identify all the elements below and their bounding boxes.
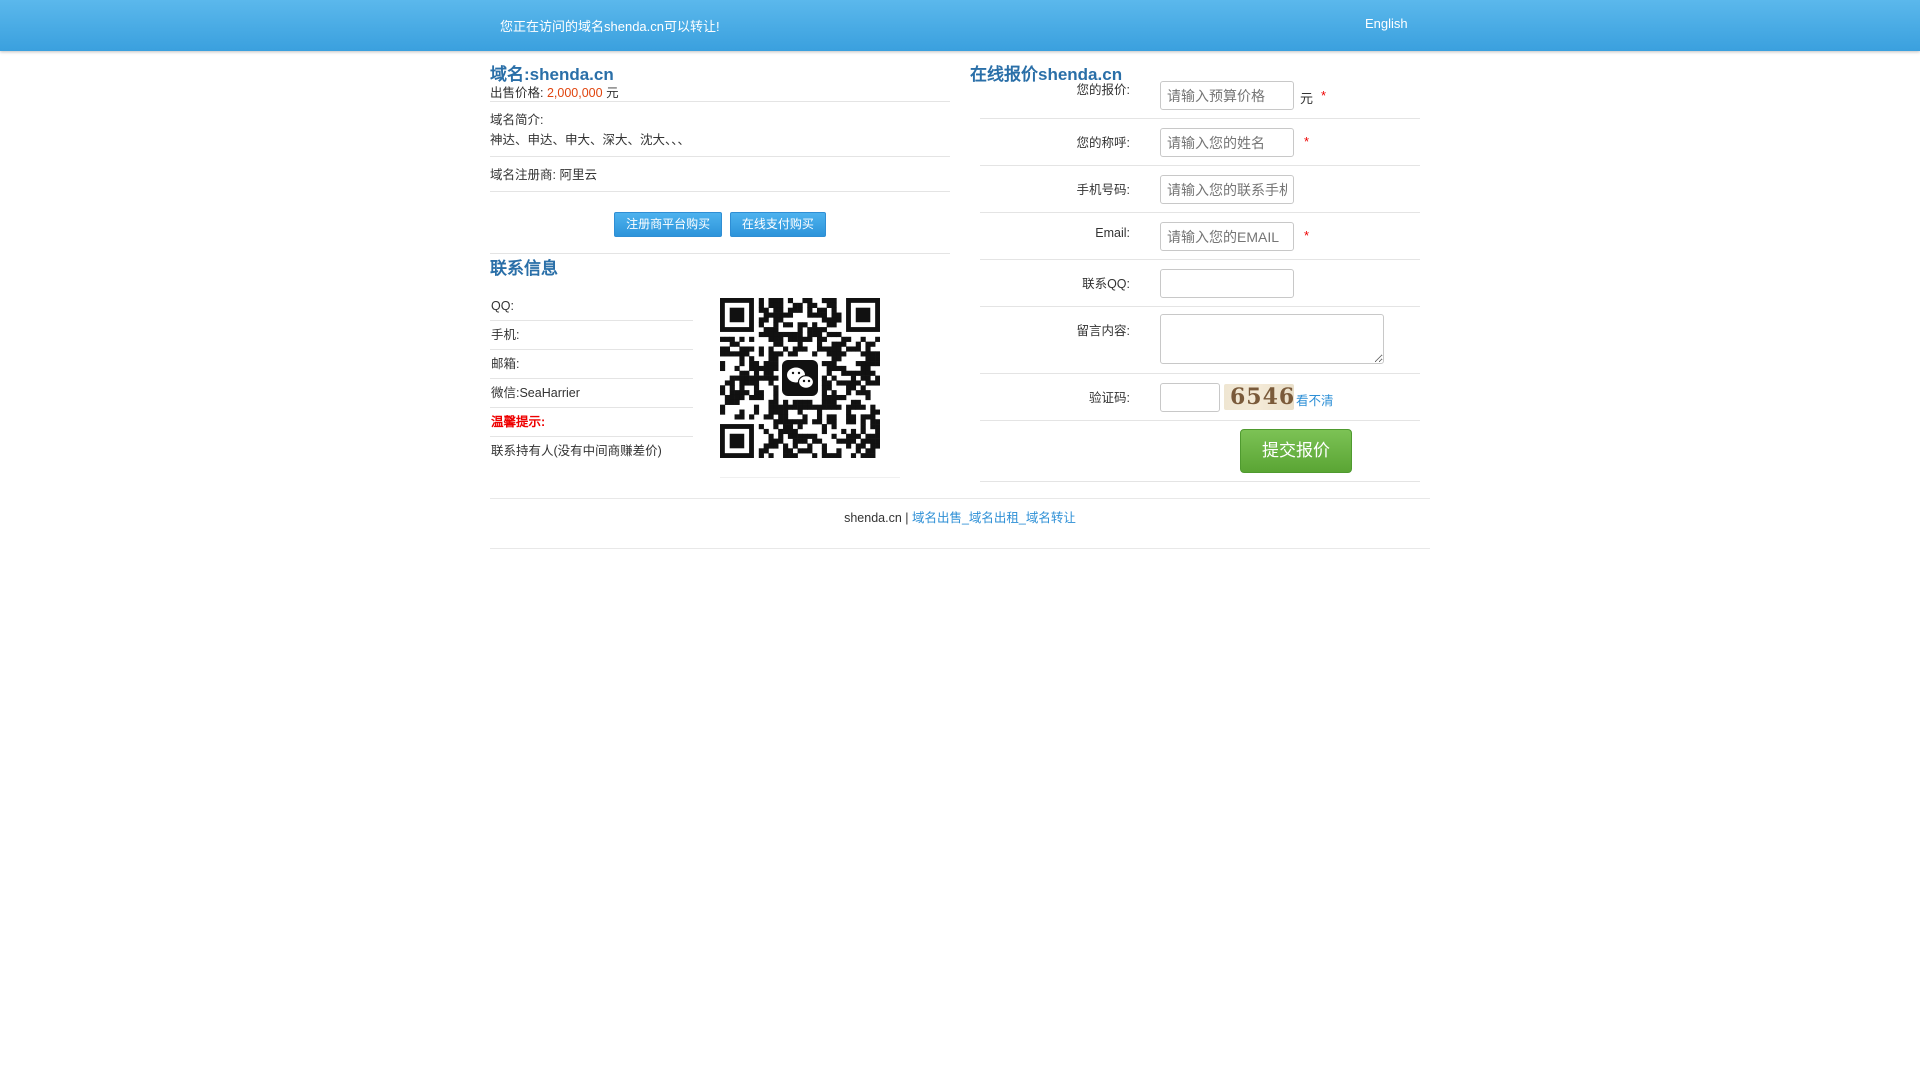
- qr-code-image: [720, 298, 880, 458]
- contact-title: 联系信息: [490, 259, 558, 278]
- transfer-notice: 您正在访问的域名shenda.cn可以转让!: [500, 19, 720, 34]
- captcha-image[interactable]: 6546: [1224, 384, 1294, 410]
- captcha-text: 6546: [1230, 384, 1294, 410]
- message-row: 留言内容:: [980, 307, 1420, 374]
- domain-title: 域名:shenda.cn: [490, 65, 614, 84]
- wechat-qr-code: [720, 298, 900, 478]
- submit-row: 提交报价: [980, 421, 1420, 482]
- price-label: 出售价格:: [490, 86, 544, 100]
- intro-label: 域名简介:: [490, 113, 544, 127]
- name-label: 您的称呼:: [1076, 136, 1130, 150]
- phone-row: 手机号码:: [980, 166, 1420, 213]
- required-star: *: [1304, 228, 1310, 243]
- price-unit: 元: [606, 86, 619, 100]
- offer-price-input[interactable]: [1160, 81, 1294, 110]
- contact-note: 联系持有人(没有中间商赚差价): [491, 444, 662, 458]
- qq-row: 联系QQ:: [980, 260, 1420, 307]
- phone-input[interactable]: [1160, 175, 1294, 204]
- registrar-line: 域名注册商: 阿里云: [490, 157, 950, 192]
- language-switch-link[interactable]: English: [1365, 16, 1408, 31]
- price-line: 出售价格: 2,000,000 元: [490, 82, 950, 102]
- contact-phone: 手机:: [490, 321, 693, 350]
- submit-offer-button[interactable]: 提交报价: [1240, 429, 1352, 473]
- message-textarea[interactable]: [1160, 314, 1384, 364]
- contact-wechat: 微信:SeaHarrier: [490, 379, 693, 408]
- captcha-row: 验证码: 6546 看不清: [980, 374, 1420, 421]
- phone-label: 手机号码:: [1076, 183, 1130, 197]
- contact-email: 邮箱:: [490, 350, 693, 379]
- footer: shenda.cn | 域名出售_域名出租_域名转让: [490, 498, 1430, 549]
- intro-text: 神达、申达、申大、深大、沈大、、、: [490, 133, 691, 147]
- contact-qq: QQ:: [490, 292, 693, 321]
- buy-buttons: 注册商平台购买 在线支付购买: [490, 192, 950, 254]
- domain-intro: 域名简介: 神达、申达、申大、深大、沈大、、、: [490, 102, 950, 157]
- footer-site: shenda.cn |: [844, 511, 909, 525]
- contact-list: QQ: 手机: 邮箱: 微信:SeaHarrier 温馨提示: 联系持有人(没有…: [490, 292, 693, 466]
- domain-info-panel: 域名:shenda.cn 出售价格: 2,000,000 元 域名简介: 神达、…: [490, 60, 950, 500]
- contact-section: QQ: 手机: 邮箱: 微信:SeaHarrier 温馨提示: 联系持有人(没有…: [490, 280, 950, 500]
- footer-link[interactable]: 域名出售_域名出租_域名转让: [912, 511, 1076, 525]
- required-star: *: [1321, 88, 1327, 103]
- price-value: 2,000,000: [546, 86, 603, 100]
- name-row: 您的称呼: *: [980, 119, 1420, 166]
- online-pay-button[interactable]: 在线支付购买: [729, 212, 826, 237]
- offer-price-row: 您的报价: 元 *: [980, 81, 1420, 119]
- message-label: 留言内容:: [1076, 324, 1130, 338]
- email-input[interactable]: [1160, 222, 1294, 251]
- captcha-label: 验证码:: [1089, 391, 1130, 405]
- required-star: *: [1304, 134, 1310, 149]
- offer-form-panel: 在线报价shenda.cn 您的报价: 元 * 您的称呼: * 手机号码: Em…: [970, 60, 1420, 482]
- registrar-buy-button[interactable]: 注册商平台购买: [614, 212, 723, 237]
- qq-label: 联系QQ:: [1082, 277, 1130, 291]
- captcha-refresh-link[interactable]: 看不清: [1296, 390, 1334, 409]
- email-label: Email:: [1095, 226, 1130, 240]
- contact-warning-label: 温馨提示:: [490, 408, 693, 437]
- qq-input[interactable]: [1160, 269, 1294, 298]
- email-row: Email: *: [980, 213, 1420, 260]
- offer-price-label: 您的报价:: [1076, 83, 1130, 97]
- top-bar: 您正在访问的域名shenda.cn可以转让! English: [0, 0, 1920, 51]
- captcha-input[interactable]: [1160, 383, 1220, 412]
- offer-price-unit: 元: [1300, 91, 1314, 106]
- name-input[interactable]: [1160, 128, 1294, 157]
